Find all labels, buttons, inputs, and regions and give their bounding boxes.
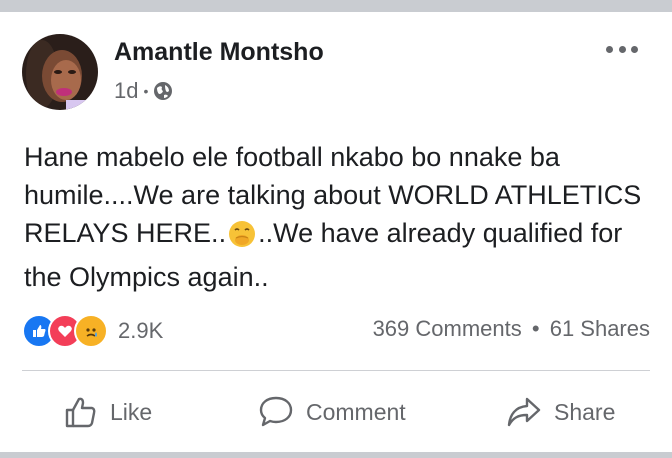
share-label: Share bbox=[554, 398, 616, 425]
post-stats: 369 Comments • 61 Shares bbox=[373, 316, 650, 342]
globe-icon bbox=[153, 81, 173, 101]
share-arrow-icon bbox=[506, 395, 554, 429]
meta-separator: • bbox=[143, 83, 149, 99]
shares-count[interactable]: 61 Shares bbox=[550, 316, 650, 341]
action-bar: Like Comment Share bbox=[0, 382, 672, 442]
post-meta: 1d • bbox=[114, 78, 173, 104]
face-with-hand-over-mouth-emoji bbox=[228, 220, 256, 258]
post-timestamp[interactable]: 1d bbox=[114, 78, 138, 104]
post-text: Hane mabelo ele football nkabo bo nnake … bbox=[24, 138, 644, 296]
comment-button[interactable]: Comment bbox=[258, 392, 406, 432]
like-button[interactable]: Like bbox=[64, 392, 152, 432]
reactions-summary[interactable]: 2.9K bbox=[22, 314, 163, 348]
comments-count[interactable]: 369 Comments bbox=[373, 316, 522, 341]
author-avatar[interactable] bbox=[22, 34, 98, 110]
more-options-icon[interactable] bbox=[606, 42, 638, 56]
thumbs-up-icon bbox=[64, 395, 110, 429]
reaction-count: 2.9K bbox=[118, 318, 164, 343]
post-card: Amantle Montsho 1d • Hane mabelo ele foo… bbox=[0, 12, 672, 452]
comment-label: Comment bbox=[306, 398, 406, 425]
sad-reaction-icon bbox=[74, 314, 108, 348]
like-label: Like bbox=[110, 398, 153, 425]
share-button[interactable]: Share bbox=[506, 392, 615, 432]
divider bbox=[22, 370, 650, 371]
comment-bubble-icon bbox=[258, 395, 306, 429]
stats-separator: • bbox=[531, 316, 540, 341]
author-name[interactable]: Amantle Montsho bbox=[114, 38, 324, 67]
